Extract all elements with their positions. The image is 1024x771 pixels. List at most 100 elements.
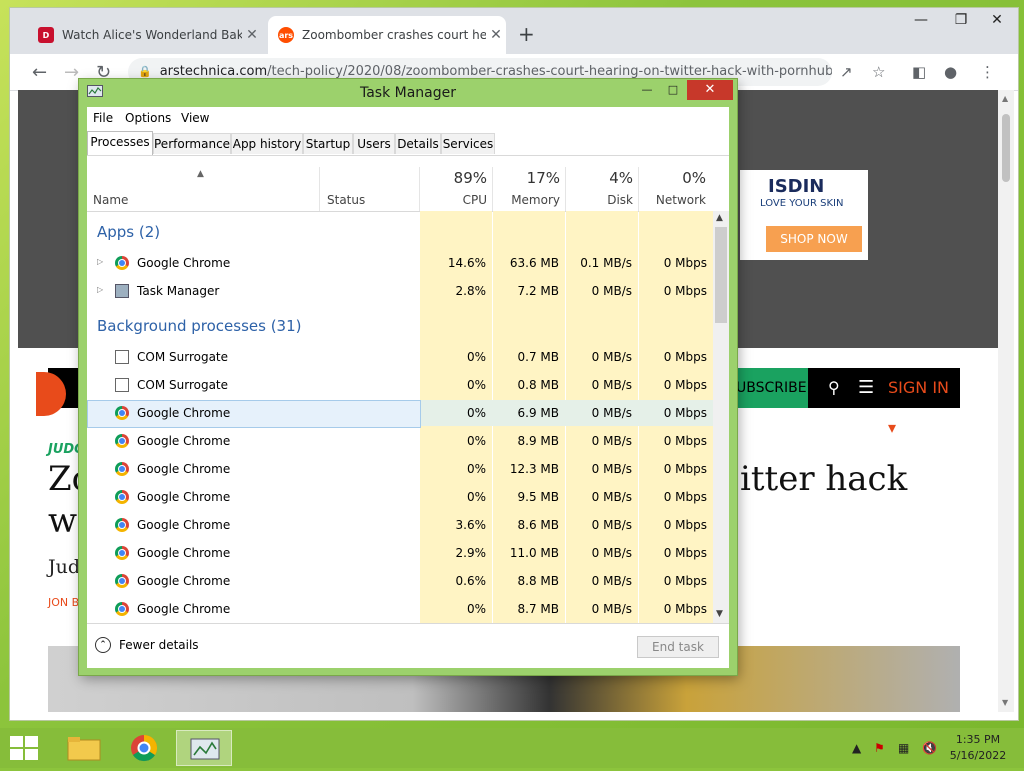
profile-avatar-icon[interactable]: ● (944, 63, 957, 81)
col-network[interactable]: Network (643, 193, 706, 207)
process-row[interactable]: Google Chrome 0% 12.3 MB 0 MB/s 0 Mbps (87, 455, 713, 483)
network-value: 0 Mbps (663, 574, 707, 588)
fewer-details-link[interactable]: Fewer details (119, 638, 199, 652)
expand-chevron-icon[interactable]: ▷ (97, 285, 103, 294)
memory-total[interactable]: 17% (497, 169, 560, 187)
process-row[interactable]: Google Chrome 0% 8.7 MB 0 MB/s 0 Mbps (87, 595, 713, 623)
process-row[interactable]: Google Chrome 0.6% 8.8 MB 0 MB/s 0 Mbps (87, 567, 713, 595)
end-task-button[interactable]: End task (637, 636, 719, 658)
scroll-up-icon[interactable]: ▲ (716, 213, 723, 223)
tray-expand-icon[interactable]: ▲ (852, 741, 861, 755)
close-icon[interactable]: ✕ (687, 80, 733, 100)
col-separator[interactable] (419, 167, 420, 211)
menu-file[interactable]: File (93, 111, 113, 125)
col-name[interactable]: Name (93, 193, 128, 207)
tab-ars[interactable]: ars Zoombomber crashes court hearing ✕ (268, 16, 506, 54)
article-byline[interactable]: JON B (48, 596, 79, 609)
action-center-flag-icon[interactable]: ⚑ (874, 741, 885, 755)
process-row[interactable]: Google Chrome 2.9% 11.0 MB 0 MB/s 0 Mbps (87, 539, 713, 567)
memory-value: 0.8 MB (517, 378, 559, 392)
close-icon[interactable]: ✕ (982, 12, 1012, 28)
disk-total[interactable]: 4% (570, 169, 633, 187)
menu-view[interactable]: View (181, 111, 209, 125)
tab-disney[interactable]: D Watch Alice's Wonderland Bakery ✕ (28, 16, 262, 54)
url-host: arstechnica.com (159, 64, 268, 79)
taskbar-chrome[interactable] (116, 730, 172, 766)
back-arrow-icon[interactable]: ← (32, 62, 47, 83)
network-total[interactable]: 0% (643, 169, 706, 187)
col-status[interactable]: Status (327, 193, 365, 207)
side-panel-icon[interactable]: ◧ (912, 63, 926, 81)
tab-startup[interactable]: Startup (303, 133, 353, 154)
taskbar-task-manager[interactable] (176, 730, 232, 766)
tab-close-icon[interactable]: ✕ (486, 27, 506, 43)
chevron-up-icon[interactable]: ⌃ (95, 637, 111, 653)
process-row[interactable]: COM Surrogate 0% 0.8 MB 0 MB/s 0 Mbps (87, 371, 713, 399)
cpu-value: 0% (466, 350, 486, 364)
col-separator[interactable] (319, 167, 320, 211)
disk-value: 0 MB/s (591, 574, 632, 588)
process-name: COM Surrogate (137, 350, 229, 364)
col-cpu[interactable]: CPU (425, 193, 487, 207)
col-disk[interactable]: Disk (570, 193, 633, 207)
subscribe-button[interactable]: UBSCRIBE (736, 368, 808, 408)
sign-in-link[interactable]: SIGN IN ▾ (888, 368, 960, 448)
cpu-total[interactable]: 89% (425, 169, 487, 187)
expand-chevron-icon[interactable]: ▷ (97, 257, 103, 266)
tab-users[interactable]: Users (353, 133, 395, 154)
bookmark-star-icon[interactable]: ☆ (872, 63, 885, 81)
process-row[interactable]: Google Chrome 0% 6.9 MB 0 MB/s 0 Mbps (87, 399, 713, 427)
col-separator[interactable] (565, 167, 566, 211)
process-row[interactable]: Google Chrome 0% 9.5 MB 0 MB/s 0 Mbps (87, 483, 713, 511)
network-value: 0 Mbps (663, 602, 707, 616)
memory-value: 63.6 MB (509, 256, 559, 270)
share-icon[interactable]: ↗ (840, 63, 853, 81)
ad-shop-button[interactable]: SHOP NOW (766, 226, 862, 252)
tab-close-icon[interactable]: ✕ (242, 27, 262, 43)
process-name: Google Chrome (137, 434, 231, 448)
taskbar-file-explorer[interactable] (56, 730, 112, 766)
chrome-icon (115, 518, 129, 532)
minimize-icon[interactable]: — (906, 12, 936, 28)
page-scrollbar[interactable]: ▲ ▼ (998, 90, 1014, 712)
more-menu-icon[interactable]: ⋮ (980, 63, 995, 81)
article-headline-right: itter hack (740, 459, 908, 499)
process-row[interactable]: COM Surrogate 0% 0.7 MB 0 MB/s 0 Mbps (87, 343, 713, 371)
process-row[interactable]: Google Chrome 0% 8.9 MB 0 MB/s 0 Mbps (87, 427, 713, 455)
forward-arrow-icon[interactable]: → (64, 62, 79, 83)
minimize-icon[interactable]: — (635, 80, 659, 100)
maximize-icon[interactable]: ❐ (946, 12, 976, 28)
tab-app-history[interactable]: App history (231, 133, 303, 154)
menu-options[interactable]: Options (125, 111, 171, 125)
tab-title: Watch Alice's Wonderland Bakery (62, 28, 242, 42)
disk-value: 0 MB/s (591, 350, 632, 364)
tab-processes[interactable]: Processes (87, 131, 153, 155)
chrome-icon (115, 602, 129, 616)
scroll-thumb[interactable] (715, 227, 727, 323)
task-manager-titlebar[interactable]: Task Manager — □ ✕ (79, 79, 737, 107)
taskbar-clock[interactable]: 1:35 PM 5/16/2022 (940, 732, 1016, 764)
tab-services[interactable]: Services (441, 133, 495, 154)
scroll-down-icon[interactable]: ▼ (716, 609, 723, 619)
col-separator[interactable] (638, 167, 639, 211)
list-scrollbar[interactable]: ▲ ▼ (713, 211, 729, 623)
hamburger-menu-icon[interactable]: ☰ (858, 368, 874, 408)
new-tab-button[interactable]: + (518, 22, 535, 46)
maximize-icon[interactable]: □ (661, 80, 685, 100)
search-icon[interactable]: ⚲ (828, 368, 840, 408)
scroll-down-icon[interactable]: ▼ (1002, 698, 1008, 707)
col-separator[interactable] (492, 167, 493, 211)
tab-details[interactable]: Details (395, 133, 441, 154)
process-row[interactable]: Google Chrome 3.6% 8.6 MB 0 MB/s 0 Mbps (87, 511, 713, 539)
ad-box[interactable]: ISDIN LOVE YOUR SKIN SHOP NOW (740, 170, 868, 260)
process-row[interactable]: ▷ Google Chrome 14.6% 63.6 MB 0.1 MB/s 0 Mbps (87, 249, 713, 277)
scroll-thumb[interactable] (1002, 114, 1010, 182)
process-row[interactable]: ▷ Task Manager 2.8% 7.2 MB 0 MB/s 0 Mbps (87, 277, 713, 305)
tab-performance[interactable]: Performance (153, 133, 231, 154)
windows-start-icon[interactable] (10, 736, 38, 760)
volume-muted-icon[interactable]: 🔇 (922, 741, 937, 755)
scroll-up-icon[interactable]: ▲ (1002, 94, 1008, 103)
process-name: Google Chrome (137, 256, 231, 270)
network-icon[interactable]: ▦ (898, 741, 909, 755)
col-memory[interactable]: Memory (497, 193, 560, 207)
